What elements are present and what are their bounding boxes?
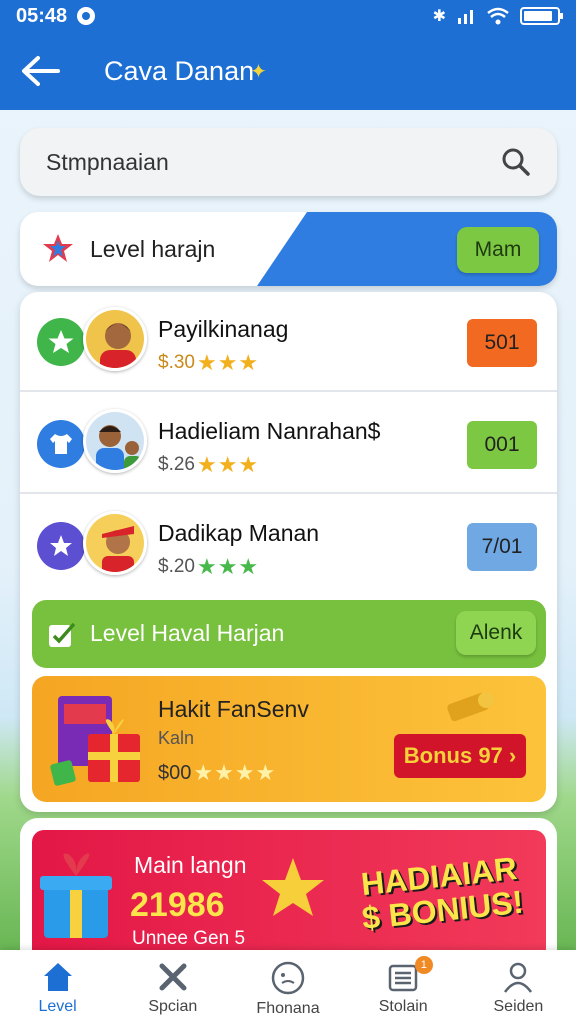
back-button[interactable] [0, 32, 80, 110]
bonus-subtitle: Kaln [158, 728, 195, 748]
bottom-nav: Level Spcian Fhonana 1 Stolain Seiden [0, 950, 576, 1024]
page-title: Cava Danan [104, 55, 255, 86]
nav-level[interactable]: Level [0, 950, 115, 1024]
profile-icon [504, 962, 533, 993]
nav-stolain[interactable]: 1 Stolain [346, 950, 461, 1024]
rating-stars: ★★★ [196, 554, 260, 579]
nav-label: Level [38, 998, 77, 1015]
app-header: Cava Danan ✦ [0, 32, 576, 110]
nav-label: Stolain [378, 998, 428, 1015]
shirt-badge-icon [37, 420, 85, 468]
promo-card[interactable]: Main langn 21986 Unnee Gen 5 HADIAIAR $ … [20, 818, 557, 958]
status-bar: 05:48 ✱ [0, 0, 576, 32]
row-name: Dadikap Manan [158, 520, 320, 546]
star-badge-icon [37, 318, 85, 366]
row-price: $.30 [158, 352, 195, 373]
gift-icon [40, 853, 112, 938]
list-item[interactable]: Hadieliam Nanrahan$ $.26 ★★★ 001 [20, 394, 557, 494]
score-badge[interactable]: 7/01 [467, 523, 537, 571]
promo-amount: 21986 [130, 886, 225, 924]
list-item[interactable]: Payilkinanag $.30 ★★★ 501 [20, 292, 557, 392]
green-banner-label: Level Haval Harjan [90, 620, 285, 646]
bonus-button[interactable]: Bonus 97 › [394, 734, 526, 778]
star-logo-icon [43, 234, 73, 262]
promo-line-3: Unnee Gen 5 [132, 928, 246, 949]
search-icon[interactable] [501, 147, 531, 177]
wifi-icon [487, 7, 509, 25]
level-banner-label: Level harajn [90, 236, 216, 262]
row-name: Hadieliam Nanrahan$ [158, 418, 381, 444]
row-price: $.26 [158, 454, 195, 475]
checklist-icon [49, 622, 76, 647]
promo-banner[interactable]: Main langn 21986 Unnee Gen 5 HADIAIAR $ … [32, 830, 546, 958]
row-subtitle: $.30 ★★★ [158, 350, 259, 376]
row-subtitle: $.20 ★★★ [158, 554, 259, 580]
notification-badge: 1 [414, 956, 433, 974]
level-banner[interactable]: Level harajn Mam [20, 212, 557, 286]
bonus-name: Hakit FanSenv [158, 696, 309, 722]
tools-icon [159, 963, 187, 991]
nav-label: Seiden [493, 998, 544, 1015]
green-level-banner[interactable]: Level Haval Harjan Alenk [32, 600, 546, 668]
nav-spcian[interactable]: Spcian [115, 950, 230, 1024]
nav-label: Spcian [148, 998, 198, 1015]
row-subtitle: $.26 ★★★ [158, 452, 259, 478]
rating-stars: ★★★ [196, 452, 260, 477]
nav-seiden[interactable]: Seiden [461, 950, 576, 1024]
promo-headline: HADIAIAR $ BONIUS! [357, 850, 526, 936]
nav-label: Fhonana [256, 1000, 320, 1017]
row-price: $.20 [158, 556, 195, 577]
bonus-price: $00 [158, 761, 192, 784]
golden-key-icon [447, 692, 494, 722]
avatar [83, 409, 147, 473]
nav-fhonana[interactable]: Fhonana [230, 950, 345, 1024]
search-bar[interactable]: Stmpnaaian [20, 128, 557, 196]
list-item[interactable]: Dadikap Manan $.20 ★★★ 7/01 [20, 496, 557, 596]
rating-stars: ★★★ [196, 350, 260, 375]
sparkle-icon: ✦ [250, 60, 267, 83]
promo-line-1: Main langn [134, 852, 247, 878]
green-banner-button[interactable]: Alenk [456, 611, 536, 655]
star-hand-badge-icon [37, 522, 85, 570]
bluetooth-icon: ✱ [432, 8, 446, 25]
status-time: 05:48 [16, 4, 68, 27]
level-banner-button[interactable]: Mam [457, 227, 539, 273]
bonus-card[interactable]: Hakit FanSenv Kaln $00 ★★★★ Bonus 97 › [32, 676, 546, 802]
avatar [83, 511, 147, 575]
back-arrow-icon [22, 56, 60, 86]
score-badge[interactable]: 001 [467, 421, 537, 469]
search-input[interactable]: Stmpnaaian [46, 149, 501, 176]
row-name: Payilkinanag [158, 316, 289, 342]
home-icon [43, 963, 72, 991]
rating-stars: ★★★★ [193, 760, 277, 785]
status-icons: ✱ [432, 6, 563, 26]
compass-icon [271, 961, 305, 995]
list-card: Payilkinanag $.30 ★★★ 501 Hadieliam Nanr… [20, 292, 557, 812]
score-badge[interactable]: 501 [467, 319, 537, 367]
record-icon [77, 7, 96, 25]
battery-icon [520, 7, 563, 25]
avatar [83, 307, 147, 371]
gift-box-icon [50, 696, 140, 786]
bonus-price-row: $00 ★★★★ [158, 760, 276, 786]
signal-icon [458, 10, 473, 24]
gold-star-icon [262, 858, 324, 916]
